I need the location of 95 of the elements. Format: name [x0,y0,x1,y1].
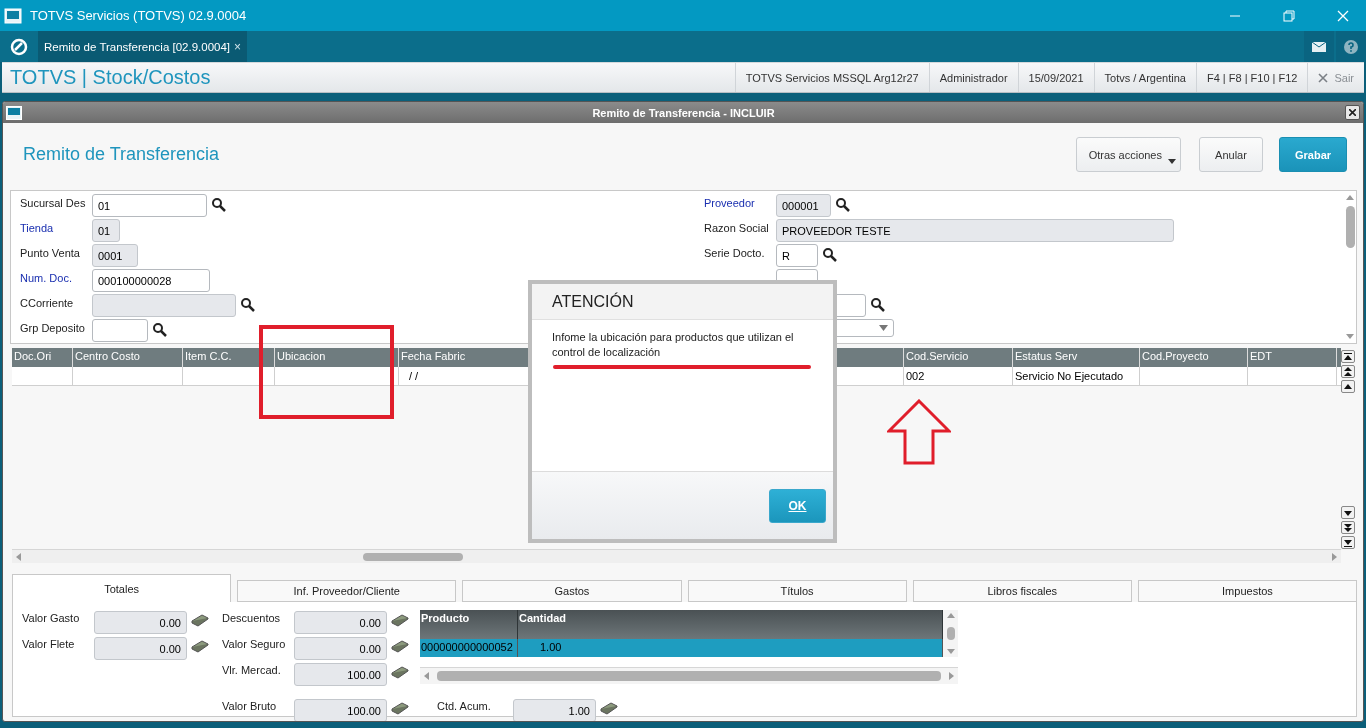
status-info: F4 | F8 | F10 | F12 [1195,63,1308,92]
search-icon[interactable] [870,297,885,312]
scrollbar-thumb[interactable] [437,671,941,681]
row-up-button[interactable] [1341,380,1355,393]
search-icon[interactable] [211,197,226,212]
status-info: 15/09/2021 [1017,63,1094,92]
first-row-button[interactable] [1341,350,1355,363]
field-label: Punto Venta [20,246,81,259]
page-heading: Remito de Transferencia [23,144,221,165]
scroll-left-icon[interactable] [423,672,431,680]
app-window-icon [6,105,22,120]
module-title: TOTVS | Stock/Costos [9,66,212,89]
scrollbar-thumb[interactable] [946,627,955,640]
page-down-button[interactable] [1341,521,1355,534]
field-label: Razon Social [704,221,770,234]
money-icon[interactable] [391,701,409,715]
scroll-up-icon[interactable] [1346,194,1354,202]
alert-title: ATENCIÓN [532,284,833,320]
tab[interactable]: Impuestos [1137,580,1358,602]
input-field[interactable]: 0.00 [94,637,187,660]
arrow-icon [1343,366,1353,377]
search-icon[interactable] [822,247,837,262]
field-label: Valor Bruto [222,699,278,712]
input-field[interactable]: 01 [92,194,207,217]
arrow-icon [1343,537,1353,548]
scrollbar-thumb[interactable] [1345,206,1355,248]
status-info: TOTVS Servicios MSSQL Arg12r27 [734,63,929,92]
table-cell: 000000000000052 [420,639,518,657]
dialog-title: Remito de Transferencia - INCLUIR [591,106,776,119]
field-label: Tienda [20,221,55,234]
arrow-icon [1343,522,1353,533]
close-icon [1349,109,1356,116]
help-icon[interactable] [1344,39,1358,54]
field-label: Sucursal Des [20,196,87,209]
actions-button[interactable]: Otras acciones [1075,137,1181,172]
tab-close[interactable]: × [234,39,242,54]
table-cell: 002 [904,367,1013,385]
scroll-down-icon[interactable] [946,647,955,655]
field-label: Descuentos [222,611,282,624]
tab[interactable]: Gastos [462,580,682,602]
input-field[interactable]: 0.00 [294,637,387,660]
restore-icon [1283,9,1295,22]
scroll-up-icon[interactable] [946,612,955,620]
input-field[interactable]: 0.00 [294,611,387,634]
field-label: Num. Doc. [20,271,73,284]
input-field[interactable]: 1.00 [513,699,596,721]
field-label: Proveedor [704,196,756,209]
scroll-right-icon[interactable] [947,672,955,680]
close-button[interactable] [1345,105,1360,120]
field-label: Valor Flete [22,637,76,650]
page-up-button[interactable] [1341,365,1355,378]
input-field[interactable]: 0.00 [94,611,187,634]
field-label: Grp Deposito [20,321,86,334]
app-window-icon [4,7,22,24]
input-field[interactable]: 000100000028 [92,269,210,292]
field-label: Valor Seguro [222,637,287,650]
field-label: Ctd. Acum. [437,699,492,712]
field-label: Vlr. Mercad. [222,663,282,676]
tab[interactable]: Totales [12,574,232,602]
arrow-annotation-icon [887,399,951,465]
alert-message: Infome la ubicación para productos que utilizan el control de localización [552,331,794,358]
input-field[interactable]: 100.00 [294,663,387,686]
input-field[interactable]: 100.00 [294,699,387,721]
input-field[interactable] [92,319,148,342]
scrollbar-thumb[interactable] [363,552,463,561]
money-icon[interactable] [191,639,209,653]
tab[interactable]: Libros fiscales [912,580,1132,602]
field-label: Serie Docto. [704,246,766,259]
close-icon [1337,9,1349,22]
window-title: TOTVS Servicios (TOTVS) 02.9.0004 [30,8,248,23]
close-icon[interactable] [1318,72,1329,83]
tab[interactable]: Títulos [687,580,907,602]
last-row-button[interactable] [1341,536,1355,549]
status-info: Totvs / Argentina [1093,63,1196,92]
cancel-button[interactable]: Anular [1199,137,1263,172]
row-down-button[interactable] [1341,506,1355,519]
tab[interactable]: Inf. Proveedor/Cliente [237,580,457,602]
table-cell: Servicio No Ejecutado [1013,367,1140,385]
field-label: CCorriente [20,296,75,309]
search-icon[interactable] [152,322,167,337]
arrow-icon [1343,351,1353,362]
table-row[interactable]: 000000000000052 1.00 [420,639,943,657]
caret-icon [879,325,888,331]
field-label: Valor Gasto [22,611,81,624]
caret-icon [1168,159,1176,164]
input-field[interactable]: R [776,244,818,267]
money-icon[interactable] [600,701,618,715]
app-tab[interactable]: Remito de Transferencia [02.9.0004] × [38,31,248,62]
mail-icon[interactable] [1312,41,1326,52]
money-icon[interactable] [191,613,209,627]
status-info: Administrador [928,63,1018,92]
money-icon[interactable] [391,665,409,679]
money-icon[interactable] [391,639,409,653]
money-icon[interactable] [391,613,409,627]
scroll-down-icon[interactable] [1346,332,1354,340]
